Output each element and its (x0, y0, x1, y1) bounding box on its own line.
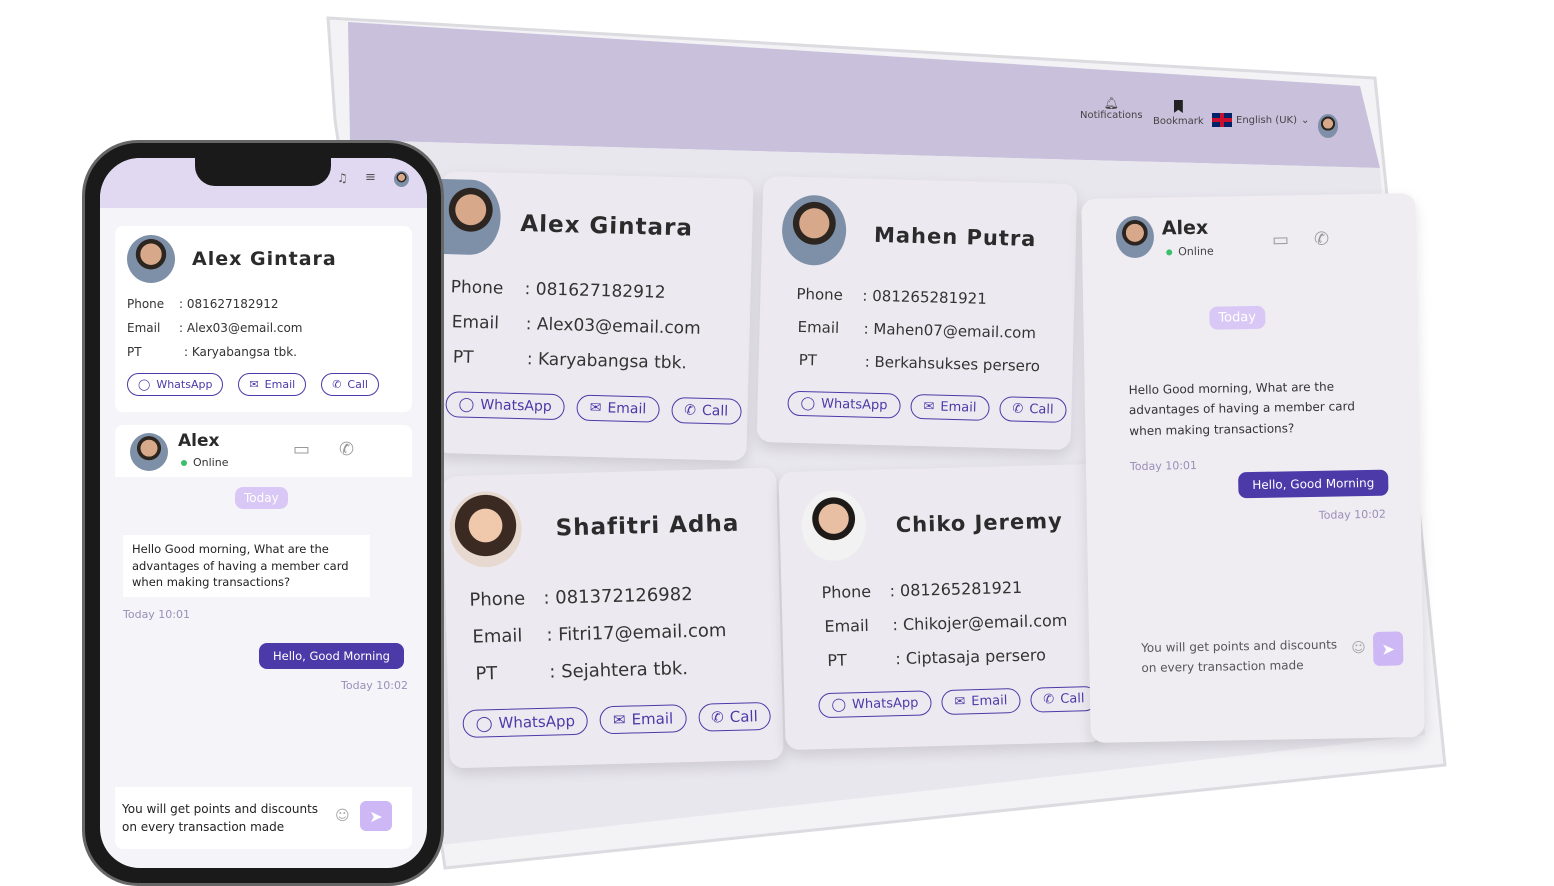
phone-icon: ✆ (332, 378, 342, 391)
chat-panel: Alex Online ▭ ✆ Today Hello Good morning… (1081, 193, 1425, 743)
whatsapp-icon: ◯ (138, 378, 151, 391)
emoji-icon[interactable]: ☺ (335, 808, 350, 824)
send-button[interactable]: ➤ (1372, 631, 1404, 666)
contact-card: Chiko Jeremy Phone: 081265281921 Email: … (778, 463, 1104, 751)
user-avatar[interactable] (1318, 114, 1338, 138)
chevron-down-icon: ⌄ (1300, 114, 1310, 126)
mail-icon: ✉ (612, 710, 626, 730)
phone-screen: ♫ ≡ Alex Gintara Phone: 081627182912 Ema… (100, 158, 427, 868)
chat-panel: Alex Online ▭ ✆ Today Hello Good morning… (115, 425, 412, 849)
language-select[interactable]: English (UK) ⌄ (1212, 113, 1309, 127)
phone-icon[interactable]: ✆ (1314, 229, 1329, 250)
chat-avatar (130, 433, 168, 471)
whatsapp-icon: ◯ (831, 697, 847, 713)
bell-icon[interactable]: ♫ (337, 171, 348, 185)
contact-avatar (127, 235, 175, 283)
contact-avatar (439, 178, 502, 256)
email-button[interactable]: ✉ Email (599, 704, 687, 735)
bookmark-icon (1173, 100, 1183, 113)
phone-icon[interactable]: ✆ (339, 439, 354, 460)
contact-card: Alex Gintara Phone: 081627182912 Email: … (434, 170, 754, 462)
message-input[interactable]: You will get points and discounts on eve… (122, 800, 327, 836)
bell-icon: 🔔︎ (1103, 96, 1119, 110)
call-button[interactable]: ✆ Call (697, 701, 772, 732)
whatsapp-icon: ◯ (475, 714, 493, 733)
call-button[interactable]: ✆ Call (670, 397, 742, 425)
user-avatar[interactable] (394, 171, 409, 187)
notifications-button[interactable]: 🔔︎ Notifications (1080, 96, 1143, 121)
contact-avatar (800, 489, 867, 562)
online-status: Online (181, 456, 228, 469)
contact-avatar (781, 194, 848, 267)
chat-avatar (1115, 215, 1155, 259)
chat-area (115, 477, 412, 787)
notch (195, 158, 331, 186)
menu-icon[interactable]: ≡ (365, 170, 376, 185)
email-button[interactable]: ✉ Email (576, 394, 660, 423)
message-input[interactable]: You will get points and discounts on eve… (1141, 634, 1342, 678)
whatsapp-button[interactable]: ◯ WhatsApp (462, 706, 589, 738)
send-icon: ➤ (369, 806, 383, 826)
online-status: Online (1166, 245, 1214, 259)
send-button[interactable]: ➤ (360, 801, 392, 831)
call-button[interactable]: ✆ Call (1030, 685, 1098, 713)
whatsapp-icon: ◯ (800, 395, 816, 412)
emoji-icon[interactable]: ☺ (1351, 640, 1366, 656)
video-call-icon[interactable]: ▭ (1272, 229, 1289, 250)
email-button[interactable]: ✉ Email (238, 373, 307, 396)
contact-card: Alex Gintara Phone: 081627182912 Email: … (115, 226, 412, 412)
contact-avatar (448, 490, 523, 569)
email-button[interactable]: ✉ Email (941, 687, 1021, 716)
bookmark-button[interactable]: Bookmark (1153, 100, 1204, 127)
mail-icon: ✉ (923, 399, 935, 415)
whatsapp-button[interactable]: ◯ WhatsApp (127, 373, 224, 396)
whatsapp-button[interactable]: ◯ WhatsApp (818, 690, 932, 719)
whatsapp-button[interactable]: ◯ WhatsApp (787, 390, 901, 419)
mail-icon: ✉ (249, 378, 259, 391)
phone-icon: ✆ (710, 708, 724, 727)
uk-flag-icon (1212, 113, 1232, 127)
phone-icon: ✆ (1012, 401, 1024, 417)
whatsapp-button[interactable]: ◯ WhatsApp (445, 391, 566, 421)
phone-icon: ✆ (1043, 692, 1055, 708)
call-button[interactable]: ✆ Call (999, 396, 1067, 423)
phone-icon: ✆ (684, 402, 697, 419)
email-button[interactable]: ✉ Email (910, 393, 990, 421)
whatsapp-icon: ◯ (458, 396, 475, 413)
call-button[interactable]: ✆ Call (321, 373, 379, 396)
mail-icon: ✉ (954, 694, 966, 710)
contact-card: Mahen Putra Phone: 081265281921 Email: M… (756, 175, 1078, 451)
mail-icon: ✉ (589, 399, 602, 417)
contact-card: Shafitri Adha Phone: 081372126982 Email:… (442, 467, 784, 769)
send-icon: ➤ (1381, 639, 1396, 659)
video-call-icon[interactable]: ▭ (293, 439, 310, 460)
